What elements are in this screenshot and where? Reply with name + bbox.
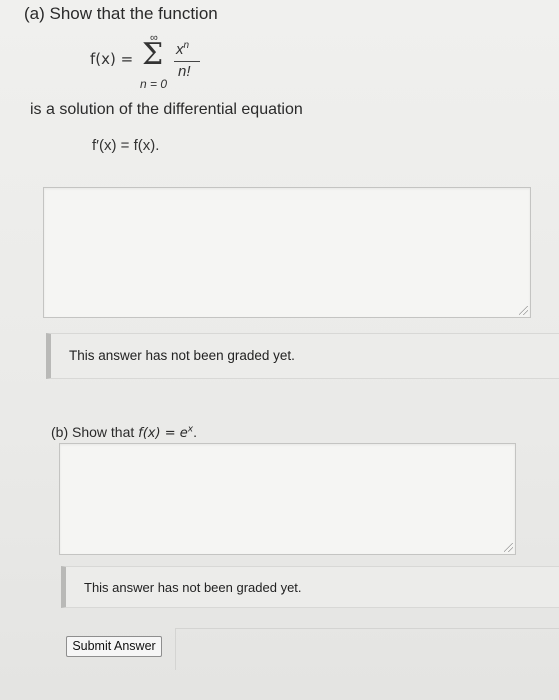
sum-lower-limit: n = 0 xyxy=(140,77,168,91)
part-a-heading: (a) Show that the function xyxy=(24,4,218,23)
numerator-exponent: n xyxy=(183,40,190,51)
fraction-denominator: n! xyxy=(178,63,191,80)
submit-area-panel xyxy=(175,628,559,670)
fraction-bar xyxy=(174,61,200,63)
part-b-heading-prefix: (b) Show that xyxy=(51,424,139,440)
part-a-sentence: is a solution of the differential equati… xyxy=(30,101,303,118)
numerator-base: x xyxy=(176,41,184,58)
part-b-heading-math: f(x) = e xyxy=(138,426,188,441)
differential-equation: f′(x) = f(x). xyxy=(92,137,160,154)
resize-grip-icon[interactable] xyxy=(504,543,513,552)
series-formula: f(x) = ∞ Σ n = 0 xn n! xyxy=(90,32,230,98)
resize-grip-icon[interactable] xyxy=(519,306,528,315)
part-b-heading-suffix: . xyxy=(193,424,197,440)
fraction-numerator: xn xyxy=(176,40,189,58)
part-a-answer-textarea[interactable] xyxy=(43,187,531,318)
part-b-status-text: This answer has not been graded yet. xyxy=(84,580,302,595)
submit-answer-button[interactable]: Submit Answer xyxy=(66,636,162,657)
part-a-status-text: This answer has not been graded yet. xyxy=(69,348,295,363)
part-b-heading: (b) Show that f(x) = ex. xyxy=(51,424,197,441)
summation-symbol: Σ xyxy=(142,37,164,72)
part-b-answer-textarea[interactable] xyxy=(59,443,516,555)
formula-lhs: f(x) = xyxy=(90,50,134,68)
part-a-grading-status: This answer has not been graded yet. xyxy=(46,333,559,379)
part-b-grading-status: This answer has not been graded yet. xyxy=(61,566,559,608)
